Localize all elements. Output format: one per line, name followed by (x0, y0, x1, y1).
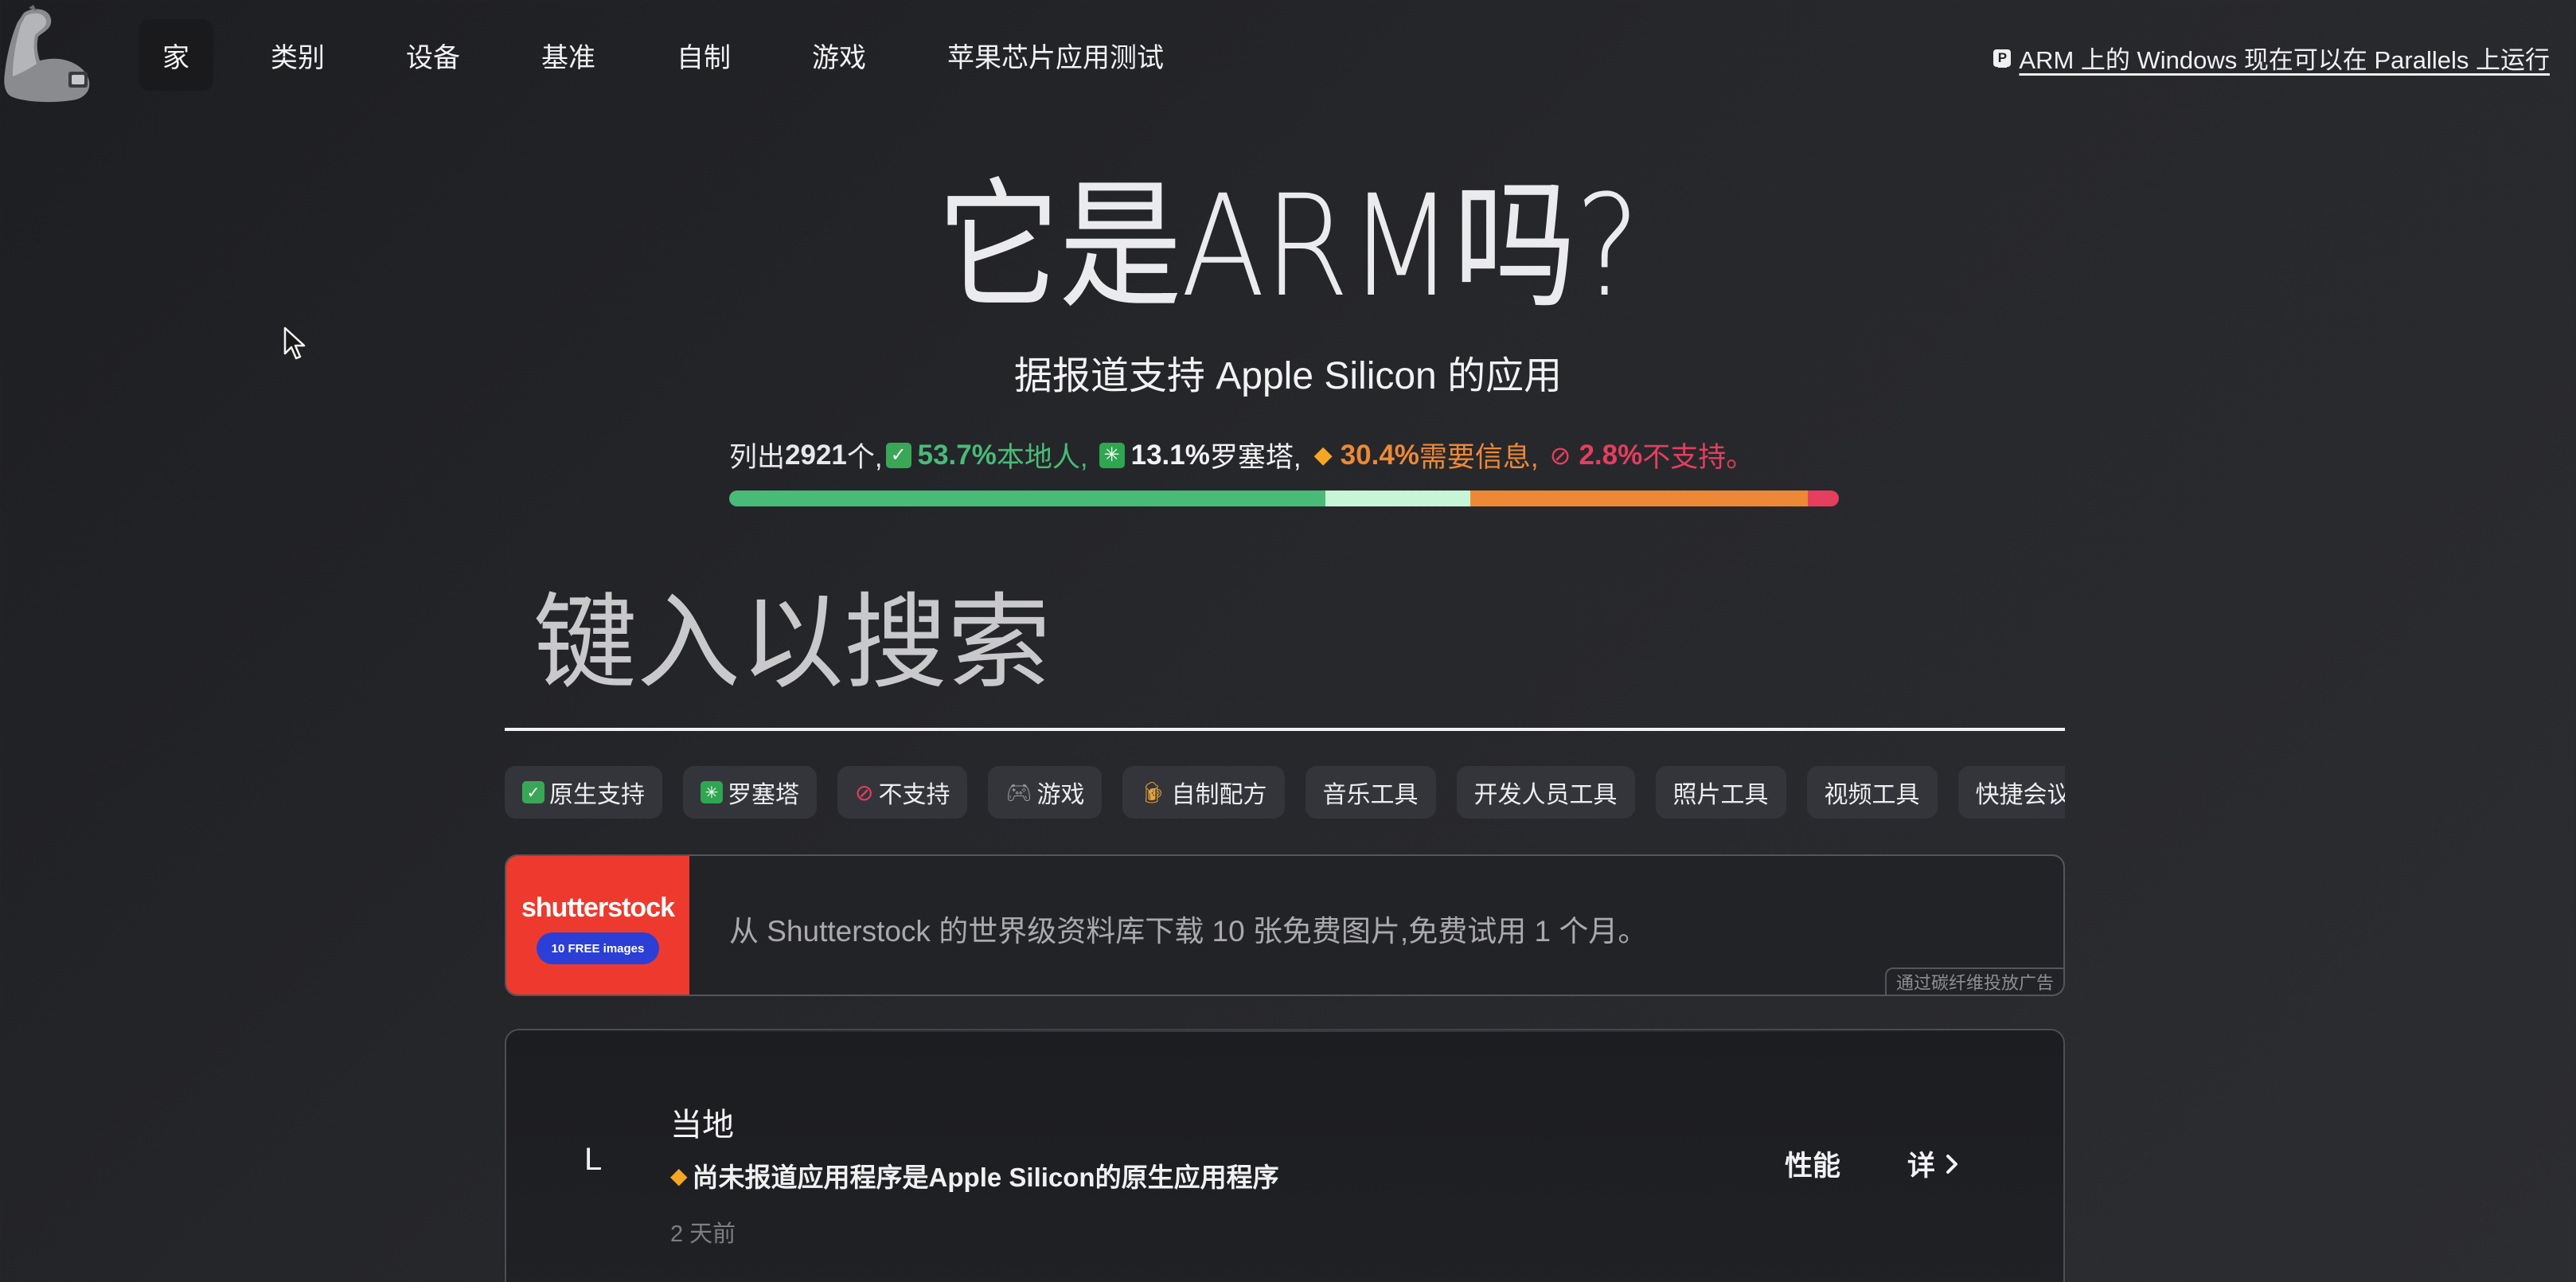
tag-label: 罗塞塔 (728, 782, 799, 808)
nav-item-homebrew[interactable]: 自制 (653, 19, 755, 91)
shutterstock-logo: shutterstock (521, 893, 675, 923)
stats-listed-suffix: 个, (846, 442, 883, 473)
nav-item-devices[interactable]: 设备 (382, 19, 484, 91)
app-list-item[interactable]: L 当地 ◆ 尚未报道应用程序是Apple Silicon的原生应用程序 2 天… (505, 1029, 2065, 1282)
tag-rosetta[interactable]: ✳ 罗塞塔 (683, 766, 817, 819)
tag-label: 自制配方 (1171, 782, 1267, 808)
app-updated-time: 2 天前 (670, 1221, 736, 1247)
free-images-pill: 10 FREE images (537, 932, 659, 964)
ad-text[interactable]: 从 Shutterstock 的世界级资料库下载 10 张免费图片,免费试用 1… (729, 907, 1647, 950)
asterisk-box-icon: ✳ (701, 781, 723, 803)
card-top-highlight (546, 1029, 1987, 1032)
tag-label: 快捷会议 (1975, 782, 2066, 808)
app-status: ◆ 尚未报道应用程序是Apple Silicon的原生应用程序 (670, 1156, 1279, 1194)
tag-quick-meeting[interactable]: 快捷会议 (1957, 766, 2066, 819)
game-controller-icon: 🎮︎ (1005, 780, 1032, 804)
asterisk-box-icon: ✳ (1099, 442, 1125, 468)
beer-mug-icon: 🍺︎ (1140, 780, 1167, 804)
tag-music-tools[interactable]: 音乐工具 (1305, 766, 1436, 819)
category-tags: ✓ 原生支持 ✳ 罗塞塔 ⊘ 不支持 🎮︎ 游戏 🍺︎ 自制配方 音乐工具 开发… (505, 766, 2065, 820)
nav-item-apple-silicon-tests[interactable]: 苹果芯片应用测试 (923, 19, 1188, 91)
stats-rosetta-pct: 13.1% (1130, 439, 1210, 471)
check-box-icon: ✓ (522, 781, 544, 803)
prohibited-icon: ⊘ (1549, 440, 1571, 470)
stats-unknown-pct: 30.4% (1340, 439, 1419, 471)
stats-unknown-label: 需要信息, (1419, 442, 1539, 473)
nav-item-home[interactable]: 家 (139, 19, 213, 91)
tag-label: 原生支持 (549, 782, 645, 808)
stats-unsupported-label: 不支持。 (1642, 442, 1754, 473)
performance-link[interactable]: 性能 (1785, 1143, 1840, 1184)
details-label: 详 (1907, 1151, 1936, 1182)
tag-homebrew[interactable]: 🍺︎ 自制配方 (1122, 766, 1285, 819)
nav-item-categories[interactable]: 类别 (247, 19, 349, 91)
stats-listed-count: 2921 (785, 439, 847, 471)
carbon-ad[interactable]: shutterstock 10 FREE images 从 Shuttersto… (505, 854, 2065, 996)
tag-label: 游戏 (1036, 782, 1085, 808)
app-initial-avatar: L (584, 1142, 603, 1177)
check-box-icon: ✓ (885, 442, 911, 468)
tag-video-tools[interactable]: 视频工具 (1806, 766, 1938, 819)
ad-via-carbon-label[interactable]: 通过碳纤维投放广告 (1884, 967, 2063, 995)
tag-label: 不支持 (878, 782, 950, 808)
progress-segment-rosetta (1325, 491, 1471, 506)
parallels-p-icon: P (1993, 49, 2012, 67)
stats-rosetta-label: 罗塞塔, (1209, 442, 1302, 473)
app-name[interactable]: 当地 (670, 1099, 734, 1145)
announcement-text: ARM 上的 Windows 现在可以在 Parallels 上运行 (2019, 46, 2550, 74)
flexed-arm-logo-icon[interactable] (2, 5, 94, 104)
windows-parallels-announcement-link[interactable]: P ARM 上的 Windows 现在可以在 Parallels 上运行 (1993, 40, 2550, 76)
stats-summary: 列出 2921 个, ✓ 53.7% 本地人, ✳ 13.1% 罗塞塔, ◆ 3… (729, 435, 1754, 475)
nav-item-benchmarks[interactable]: 基准 (517, 19, 619, 91)
page-title: 它是ARM吗? (937, 165, 1640, 328)
top-navigation: 家 类别 设备 基准 自制 游戏 苹果芯片应用测试 P ARM 上的 Windo… (0, 0, 2576, 111)
page-subtitle: 据报道支持 Apple Silicon 的应用 (1013, 355, 1563, 397)
tag-games[interactable]: 🎮︎ 游戏 (988, 766, 1103, 819)
tag-label: 音乐工具 (1322, 782, 1419, 808)
support-progress-bar (729, 491, 1839, 506)
chevron-right-icon (1946, 1154, 1958, 1174)
shutterstock-ad-image[interactable]: shutterstock 10 FREE images (506, 856, 689, 995)
tag-label: 开发人员工具 (1473, 782, 1618, 808)
progress-segment-native (729, 491, 1325, 506)
progress-segment-unsupported (1807, 491, 1839, 506)
mouse-pointer-icon (283, 326, 306, 360)
tag-label: 照片工具 (1672, 782, 1769, 808)
nav-item-games[interactable]: 游戏 (788, 19, 890, 91)
orange-diamond-icon: ◆ (670, 1163, 688, 1188)
tag-photo-tools[interactable]: 照片工具 (1655, 766, 1786, 819)
search-input[interactable] (505, 557, 2065, 728)
prohibited-icon: ⊘ (855, 780, 874, 805)
stats-unsupported-pct: 2.8% (1579, 439, 1643, 471)
stats-native-label: 本地人, (996, 442, 1088, 473)
app-status-text: 尚未报道应用程序是Apple Silicon的原生应用程序 (692, 1163, 1279, 1192)
tag-native[interactable]: ✓ 原生支持 (505, 766, 662, 819)
progress-segment-unknown (1470, 491, 1808, 506)
tag-unsupported[interactable]: ⊘ 不支持 (837, 766, 968, 819)
orange-diamond-icon: ◆ (1313, 442, 1333, 468)
tag-developer-tools[interactable]: 开发人员工具 (1456, 766, 1635, 819)
search-container (505, 557, 2065, 731)
details-link[interactable]: 详 (1907, 1143, 1959, 1184)
stats-native-pct: 53.7% (917, 439, 997, 471)
tag-label: 视频工具 (1824, 782, 1920, 808)
stats-listed-prefix: 列出 (729, 442, 786, 473)
